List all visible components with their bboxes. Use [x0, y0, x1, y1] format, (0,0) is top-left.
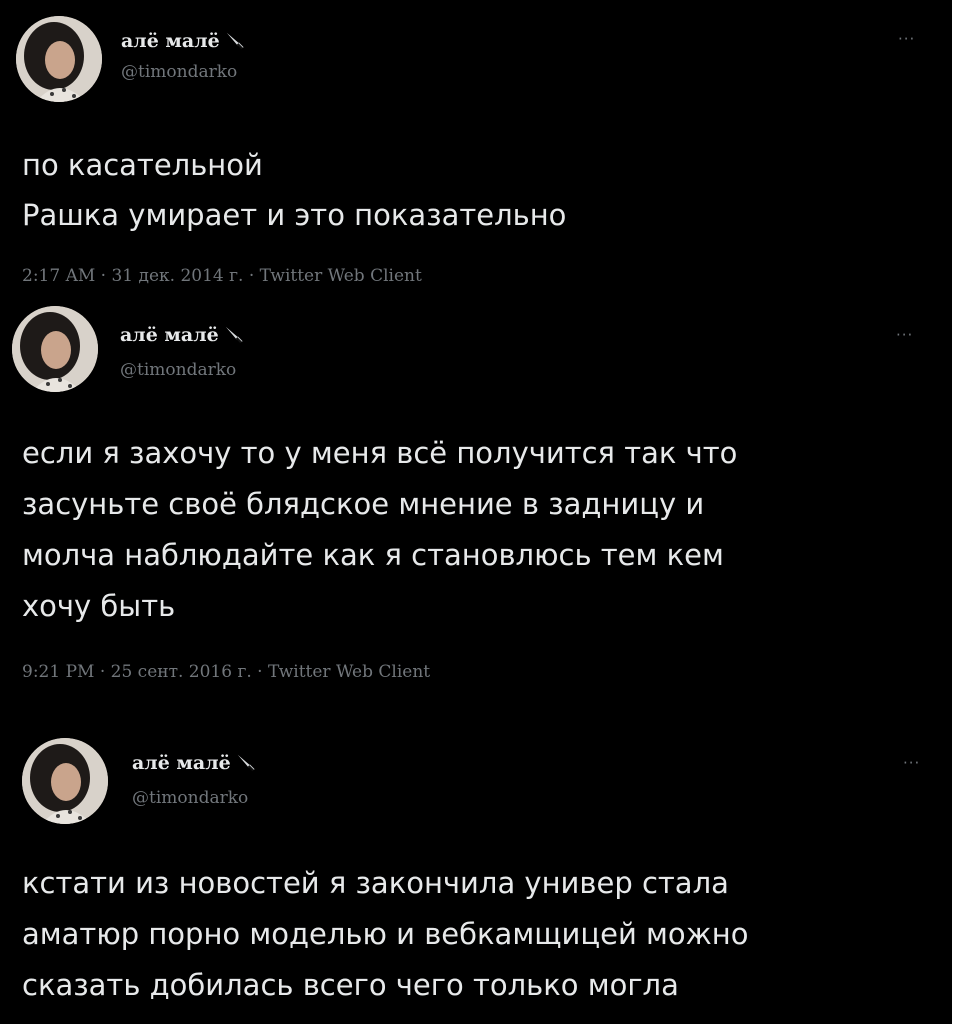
more-icon[interactable]: ···: [896, 326, 913, 344]
display-name-text[interactable]: алё малё: [121, 30, 220, 52]
display-name[interactable]: алё малё: [120, 324, 245, 346]
avatar[interactable]: [12, 306, 98, 392]
handle[interactable]: @timondarko: [120, 360, 236, 380]
tweet-1[interactable]: алё малё @timondarko ··· по касательной …: [0, 0, 952, 300]
tweet-text: если я захочу то у меня всё получится та…: [22, 436, 738, 623]
knife-icon: [237, 754, 255, 772]
tweet-text: по касательной Рашка умирает и это показ…: [22, 148, 567, 232]
screenshot-page: алё малё @timondarko ··· по касательной …: [0, 0, 972, 1024]
avatar[interactable]: [16, 16, 102, 102]
tweet-timestamp[interactable]: 2:17 AM · 31 дек. 2014 г. · Twitter Web …: [22, 266, 422, 286]
more-icon[interactable]: ···: [898, 30, 915, 48]
tweet-3[interactable]: алё малё @timondarko ··· кстати из новос…: [0, 690, 952, 1024]
handle[interactable]: @timondarko: [132, 788, 248, 808]
display-name[interactable]: алё малё: [121, 30, 246, 52]
avatar-image: [16, 16, 102, 102]
avatar-image: [22, 738, 108, 824]
knife-icon: [225, 326, 243, 344]
avatar[interactable]: [22, 738, 108, 824]
avatar-image: [12, 306, 98, 392]
display-name-text[interactable]: алё малё: [120, 324, 219, 346]
tweet-2[interactable]: алё малё @timondarko ··· если я захочу т…: [0, 300, 952, 690]
tweet-timestamp[interactable]: 9:21 PM · 25 сент. 2016 г. · Twitter Web…: [22, 662, 430, 682]
handle[interactable]: @timondarko: [121, 62, 237, 82]
tweet-text: кстати из новостей я закончила универ ст…: [22, 866, 749, 1002]
more-icon[interactable]: ···: [903, 754, 920, 772]
display-name-text[interactable]: алё малё: [132, 752, 231, 774]
knife-icon: [226, 32, 244, 50]
display-name[interactable]: алё малё: [132, 752, 257, 774]
